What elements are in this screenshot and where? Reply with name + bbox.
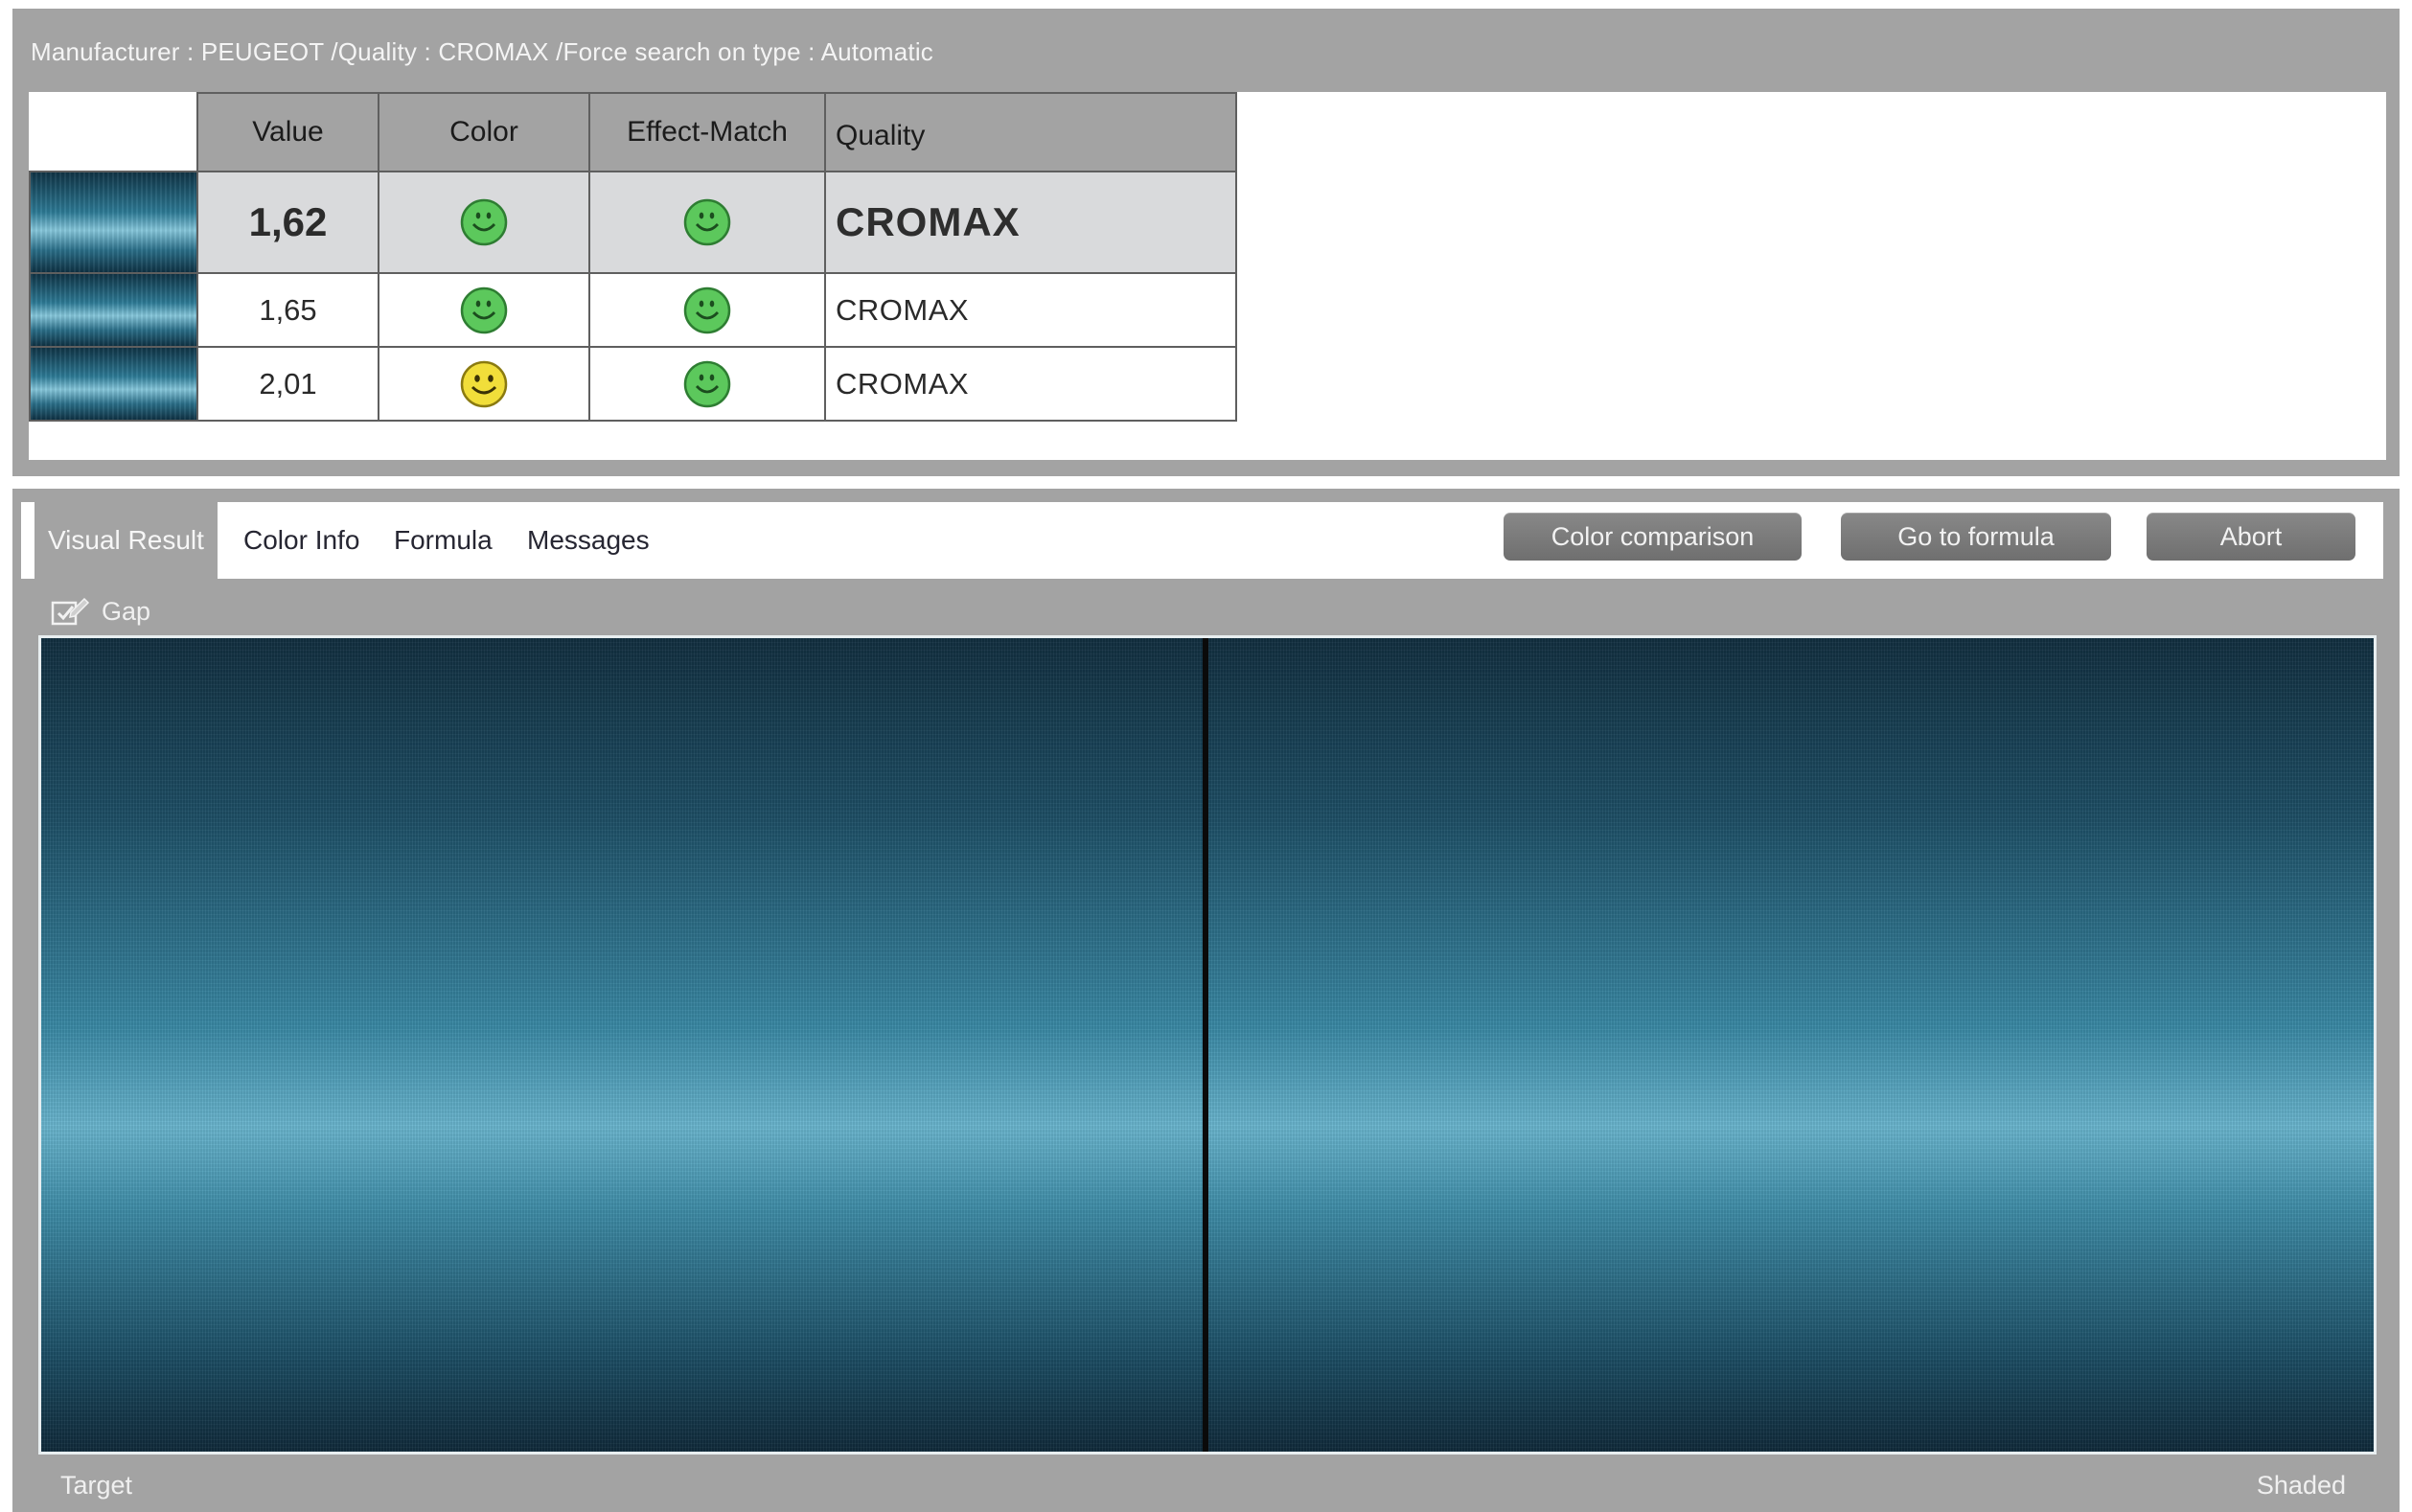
column-header-effect-match[interactable]: Effect-Match — [588, 92, 826, 172]
gap-toggle[interactable]: Gap — [50, 590, 150, 632]
thumbnail-column-header — [30, 93, 198, 172]
tab-messages[interactable]: Messages — [527, 502, 650, 579]
target-label: Target — [60, 1471, 133, 1500]
color-comparison-button[interactable]: Color comparison — [1504, 513, 1802, 561]
column-header-color[interactable]: Color — [378, 92, 590, 172]
paint-thumbnail — [29, 171, 198, 274]
column-header-quality[interactable]: Quality — [824, 92, 1237, 172]
go-to-formula-button[interactable]: Go to formula — [1841, 513, 2111, 561]
match-value: 1,65 — [196, 272, 379, 348]
paint-thumbnail — [29, 272, 198, 348]
paint-thumbnail — [29, 346, 198, 422]
green-smiley-icon — [460, 286, 508, 333]
tab-formula[interactable]: Formula — [394, 502, 493, 579]
tab-color-info[interactable]: Color Info — [243, 502, 359, 579]
table-row[interactable]: 1,65 CROMAX — [29, 272, 1237, 348]
effect-status-cell — [588, 346, 826, 422]
table-header-row: Value Color Effect-Match Quality — [30, 92, 1237, 172]
color-status-cell — [378, 346, 590, 422]
green-smiley-icon — [683, 286, 731, 333]
quality-cell: CROMAX — [824, 171, 1237, 274]
effect-status-cell — [588, 272, 826, 348]
table-row[interactable]: 2,01 CROMAX — [29, 346, 1237, 422]
table-row[interactable]: 1,62 CROMAX — [29, 171, 1237, 274]
quality-cell: CROMAX — [824, 272, 1237, 348]
column-header-value[interactable]: Value — [196, 92, 379, 172]
shaded-paint-image — [1208, 638, 2374, 1452]
green-smiley-icon — [683, 360, 731, 407]
color-status-cell — [378, 171, 590, 274]
search-criteria-text: Manufacturer : PEUGEOT /Quality : CROMAX… — [31, 37, 933, 66]
shaded-label: Shaded — [2256, 1471, 2346, 1500]
paint-comparison-viewer — [38, 635, 2377, 1455]
checkbox-edit-icon[interactable] — [50, 595, 90, 628]
target-paint-image — [41, 638, 1203, 1452]
search-results-panel: Manufacturer : PEUGEOT /Quality : CROMAX… — [12, 9, 2400, 476]
gap-label: Gap — [102, 596, 151, 626]
results-area: Value Color Effect-Match Quality 1,62 CR… — [29, 92, 2386, 460]
yellow-smiley-icon — [460, 360, 508, 407]
effect-status-cell — [588, 171, 826, 274]
abort-button[interactable]: Abort — [2147, 513, 2355, 561]
green-smiley-icon — [460, 198, 508, 246]
match-value: 1,62 — [196, 171, 379, 274]
color-status-cell — [378, 272, 590, 348]
green-smiley-icon — [683, 198, 731, 246]
quality-cell: CROMAX — [824, 346, 1237, 422]
results-table: Value Color Effect-Match Quality 1,62 CR… — [29, 92, 1237, 422]
match-value: 2,01 — [196, 346, 379, 422]
tab-visual-result[interactable]: Visual Result — [34, 502, 218, 583]
